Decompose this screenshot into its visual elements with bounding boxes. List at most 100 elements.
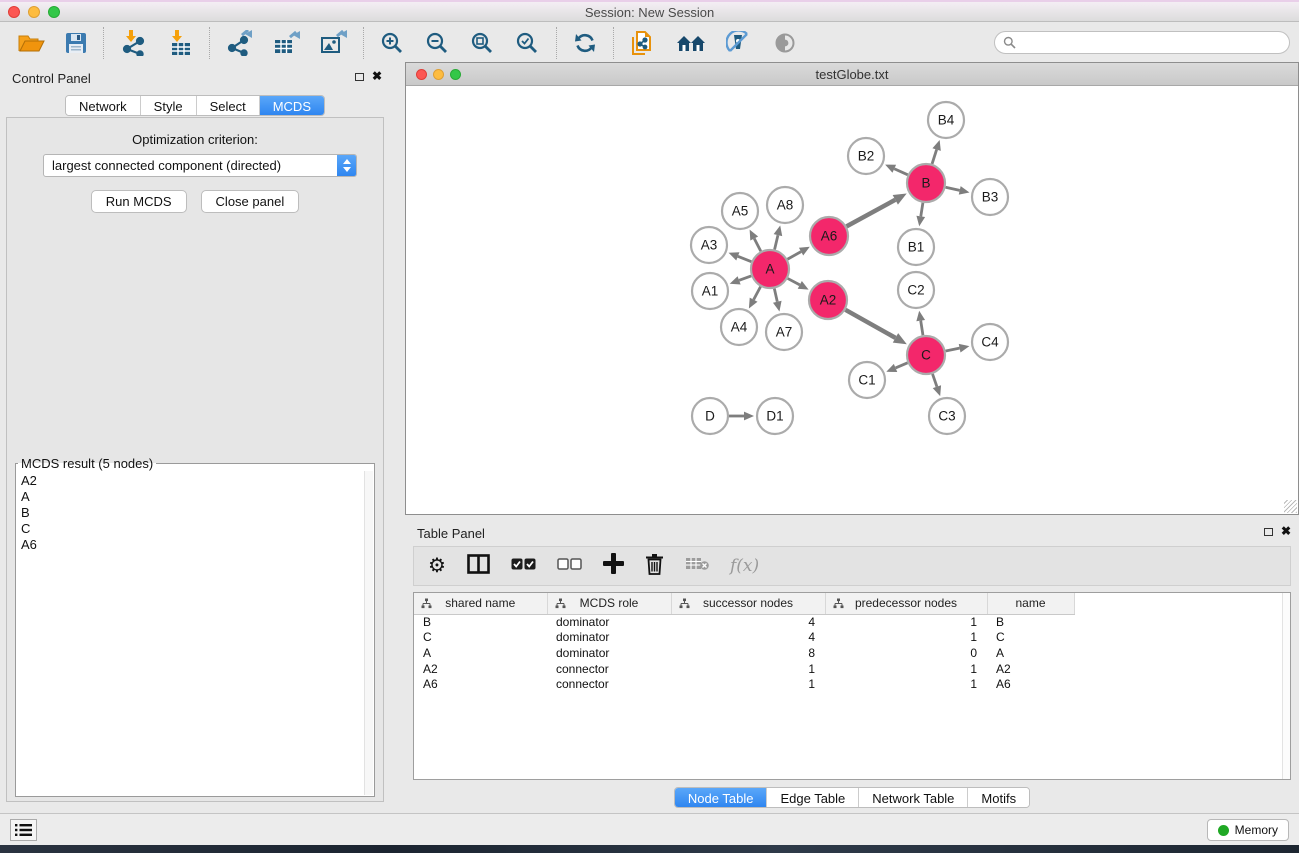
result-list-item[interactable]: B	[21, 505, 364, 521]
tab-node-table[interactable]: Node Table	[675, 788, 767, 807]
graph-edge-B-B2[interactable]	[894, 169, 907, 175]
table-float-icon[interactable]	[1264, 528, 1273, 536]
table-cell[interactable]: 4	[671, 630, 825, 646]
zoom-fit-button[interactable]	[460, 26, 505, 60]
graph-edge-A-A3[interactable]	[738, 256, 752, 261]
zoom-out-button[interactable]	[415, 26, 460, 60]
function-builder-button[interactable]: f(x)	[730, 556, 759, 576]
result-list-item[interactable]: A	[21, 489, 364, 505]
table-row[interactable]: A2connector11A2	[414, 661, 1074, 677]
table-cell[interactable]: connector	[547, 661, 671, 677]
column-header-name[interactable]: name	[987, 593, 1074, 614]
graph-edge-C-C4[interactable]	[946, 348, 960, 351]
table-cell[interactable]: 4	[671, 614, 825, 630]
show-columns-button[interactable]	[467, 554, 490, 579]
column-header-shared-name[interactable]: shared name	[414, 593, 547, 614]
table-row[interactable]: Adominator80A	[414, 645, 1074, 661]
clone-network-button[interactable]	[620, 26, 666, 60]
table-row[interactable]: Bdominator41B	[414, 614, 1074, 630]
tab-mcds[interactable]: MCDS	[259, 96, 324, 115]
tab-edge-table[interactable]: Edge Table	[766, 788, 858, 807]
hide-labels-button[interactable]	[716, 26, 762, 60]
task-history-button[interactable]	[10, 819, 37, 841]
close-panel-icon[interactable]: ✖	[372, 69, 382, 83]
export-network-button[interactable]	[216, 26, 263, 60]
graph-edge-C-C2[interactable]	[921, 321, 923, 336]
column-header-predecessor-nodes[interactable]: predecessor nodes	[825, 593, 987, 614]
search-input[interactable]	[1016, 36, 1289, 50]
table-row[interactable]: A6connector11A6	[414, 676, 1074, 692]
zoom-in-button[interactable]	[370, 26, 415, 60]
tab-motifs[interactable]: Motifs	[967, 788, 1029, 807]
column-header-successor-nodes[interactable]: successor nodes	[671, 593, 825, 614]
import-table-button[interactable]	[157, 26, 203, 60]
table-cell[interactable]: 1	[825, 614, 987, 630]
graph-edge-B-B1[interactable]	[921, 203, 923, 217]
graph-edge-B-B4[interactable]	[932, 150, 937, 164]
open-session-button[interactable]	[8, 26, 55, 60]
table-cell[interactable]: A	[987, 645, 1074, 661]
table-cell[interactable]: C	[414, 630, 547, 646]
unselect-all-columns-button[interactable]	[557, 557, 582, 575]
graph-edge-A-A4[interactable]	[754, 287, 761, 300]
graph-edge-C-C1[interactable]	[896, 363, 908, 368]
memory-button[interactable]: Memory	[1207, 819, 1289, 841]
tab-style[interactable]: Style	[140, 96, 196, 115]
graph-edge-A-A8[interactable]	[775, 235, 778, 249]
result-list-scrollbar[interactable]	[364, 471, 373, 795]
search-field[interactable]	[994, 31, 1290, 54]
table-cell[interactable]: A6	[987, 676, 1074, 692]
table-cell[interactable]: dominator	[547, 614, 671, 630]
network-canvas[interactable]: B4B2BB3A8A5A6A3B1AC2A1A2A4A7C4CC1C3DD1	[406, 86, 1298, 514]
create-column-button[interactable]	[603, 553, 624, 579]
graph-edge-A2-C[interactable]	[845, 310, 895, 338]
table-cell[interactable]: 1	[671, 676, 825, 692]
result-list-item[interactable]: A2	[21, 473, 364, 489]
select-all-columns-button[interactable]	[511, 557, 536, 575]
table-row[interactable]: Cdominator41C	[414, 630, 1074, 646]
tab-network-table[interactable]: Network Table	[858, 788, 967, 807]
table-cell[interactable]: 8	[671, 645, 825, 661]
network-window-resize-grip[interactable]	[1284, 500, 1297, 513]
criterion-select[interactable]: largest connected component (directed)	[43, 154, 357, 177]
table-cell[interactable]: B	[414, 614, 547, 630]
tab-network[interactable]: Network	[66, 96, 140, 115]
graph-edge-A-A7[interactable]	[774, 289, 777, 302]
table-cell[interactable]: 1	[671, 661, 825, 677]
graph-edge-A-A5[interactable]	[754, 239, 761, 252]
table-close-icon[interactable]: ✖	[1281, 524, 1291, 538]
result-list-item[interactable]: A6	[21, 537, 364, 553]
table-cell[interactable]: C	[987, 630, 1074, 646]
refresh-button[interactable]	[563, 26, 607, 60]
import-network-button[interactable]	[110, 26, 157, 60]
table-settings-button[interactable]: ⚙	[428, 556, 446, 576]
delete-column-button[interactable]	[645, 553, 664, 580]
result-list-item[interactable]: C	[21, 521, 364, 537]
graph-edge-A-A2[interactable]	[788, 278, 800, 284]
graph-edge-A6-B[interactable]	[847, 200, 896, 227]
close-panel-button[interactable]: Close panel	[201, 190, 300, 213]
table-cell[interactable]: connector	[547, 676, 671, 692]
float-panel-icon[interactable]	[355, 73, 364, 81]
export-image-button[interactable]	[310, 26, 357, 60]
table-cell[interactable]: 0	[825, 645, 987, 661]
table-cell[interactable]: A6	[414, 676, 547, 692]
tab-select[interactable]: Select	[196, 96, 259, 115]
export-table-button[interactable]	[263, 26, 310, 60]
network-window-titlebar[interactable]: testGlobe.txt	[406, 63, 1298, 86]
run-mcds-button[interactable]: Run MCDS	[91, 190, 187, 213]
home-view-button[interactable]	[666, 26, 716, 60]
table-cell[interactable]: A2	[987, 661, 1074, 677]
show-hide-button[interactable]	[762, 26, 808, 60]
table-cell[interactable]: dominator	[547, 645, 671, 661]
graph-edge-A-A6[interactable]	[787, 252, 801, 260]
table-cell[interactable]: A	[414, 645, 547, 661]
table-cell[interactable]: dominator	[547, 630, 671, 646]
zoom-selected-button[interactable]	[505, 26, 550, 60]
destroy-table-button[interactable]	[685, 556, 709, 576]
table-scrollbar[interactable]	[1282, 593, 1290, 779]
table-cell[interactable]: B	[987, 614, 1074, 630]
table-cell[interactable]: A2	[414, 661, 547, 677]
graph-edge-C-C3[interactable]	[933, 374, 937, 387]
table-cell[interactable]: 1	[825, 630, 987, 646]
